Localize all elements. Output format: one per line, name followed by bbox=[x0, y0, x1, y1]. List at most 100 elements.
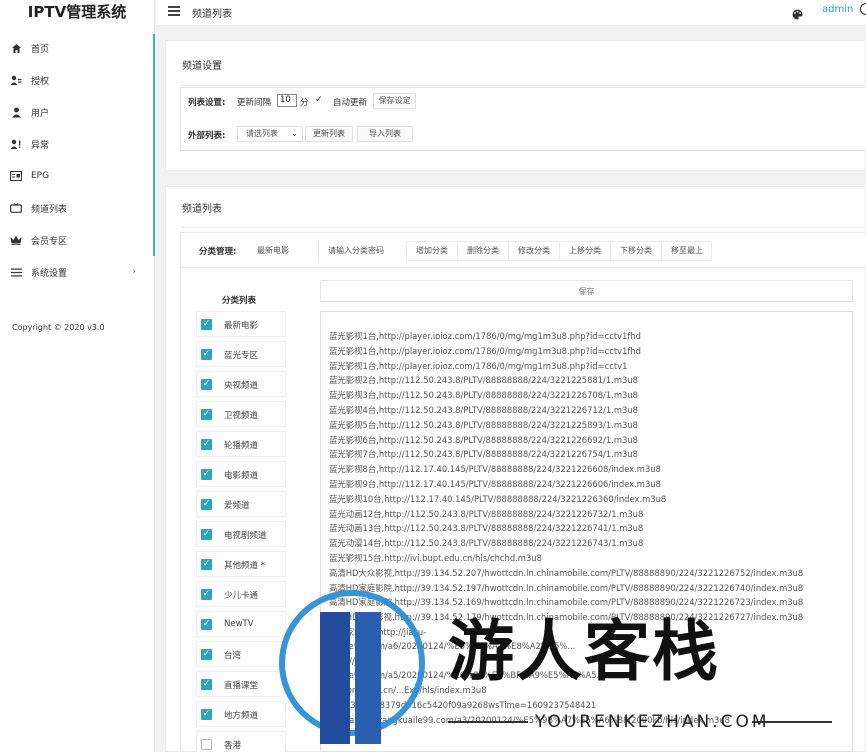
checkbox-checked-icon[interactable]: ✓ bbox=[201, 439, 212, 450]
watermark-text: 游人客栈 bbox=[448, 613, 720, 690]
import-list-button[interactable]: 导入列表 bbox=[357, 126, 413, 142]
watermark-dash bbox=[752, 721, 832, 723]
list-settings-label: 列表设置: bbox=[188, 98, 226, 108]
category-item[interactable]: ✓ 其他频道 * bbox=[196, 551, 286, 577]
sidebar-item-label: 首页 bbox=[31, 44, 50, 55]
watermark-logo-bar bbox=[320, 612, 350, 744]
checkbox-unchecked-icon[interactable] bbox=[201, 739, 212, 750]
sidebar-item-channel-list[interactable]: 频道列表 bbox=[0, 192, 154, 224]
category-item[interactable]: ✓ 直播课堂 bbox=[196, 671, 286, 697]
move-top-category-button[interactable]: 移至最上 bbox=[661, 242, 712, 260]
logout-icon[interactable] bbox=[860, 3, 866, 15]
category-item[interactable]: ✓ 轮播频道 bbox=[196, 431, 286, 457]
channel-line: 蓝光影视8台,http://112.17.40.145/PLTV/8888888… bbox=[329, 464, 661, 475]
category-label: 台湾 bbox=[224, 651, 242, 661]
category-password-input[interactable]: 请输入分类密码 bbox=[328, 245, 384, 256]
channel-line: 高清HD大众影视,http://39.134.52.207/hwottcdn.l… bbox=[329, 567, 804, 578]
sidebar-item-label: EPG bbox=[31, 171, 50, 181]
menu-toggle-icon[interactable] bbox=[168, 6, 180, 16]
sidebar-item-label: 异常 bbox=[31, 140, 50, 151]
channel-line: 蓝光动漫14台,http://112.50.243.8/PLTV/8888888… bbox=[329, 538, 644, 549]
checkbox-checked-icon[interactable]: ✓ bbox=[201, 349, 212, 360]
sidebar-active-indicator bbox=[153, 34, 155, 256]
sidebar-item-epg[interactable]: EPG bbox=[0, 160, 154, 192]
sidebar-item-users[interactable]: 用户 bbox=[0, 96, 154, 128]
interval-input[interactable]: 10 bbox=[277, 94, 297, 107]
add-category-button[interactable]: 增加分类 bbox=[407, 242, 457, 260]
checkbox-checked-icon[interactable]: ✓ bbox=[201, 529, 212, 540]
category-item[interactable]: ✓ 电视剧频道 bbox=[196, 521, 286, 547]
sidebar-item-abnormal[interactable]: 异常 bbox=[0, 128, 154, 160]
category-item[interactable]: ✓ 最新电影 bbox=[196, 311, 286, 337]
chevron-right-icon: › bbox=[132, 267, 136, 277]
category-label: 地方频道 bbox=[224, 711, 259, 721]
watermark-dash bbox=[448, 721, 528, 723]
channel-list-title: 频道列表 bbox=[182, 204, 222, 215]
move-up-category-button[interactable]: 上移分类 bbox=[559, 242, 610, 260]
home-icon bbox=[10, 42, 22, 54]
channel-line: 高清HD家庭影院,http://39.134.52.197/hwottcdn.l… bbox=[329, 582, 804, 593]
divider bbox=[181, 85, 866, 86]
current-category-select[interactable]: 最新电影 bbox=[257, 245, 289, 256]
sidebar-item-label: 用户 bbox=[31, 108, 50, 119]
category-label: 电视剧频道 bbox=[224, 531, 267, 541]
save-settings-button[interactable]: 保存设定 bbox=[373, 93, 416, 109]
delete-category-button[interactable]: 删除分类 bbox=[457, 242, 508, 260]
category-item[interactable]: ✓ NewTV bbox=[196, 611, 286, 637]
category-item[interactable]: ✓ 地方频道 bbox=[196, 701, 286, 727]
category-item[interactable]: ✓ 少儿卡通 bbox=[196, 581, 286, 607]
category-label: 其他频道 * bbox=[224, 561, 265, 571]
page-title: 频道列表 bbox=[192, 9, 232, 20]
checkbox-checked-icon[interactable]: ✓ bbox=[201, 589, 212, 600]
sidebar-menu: 首页 授权 用户 异常 EPG 频道列表 会员专区 系统设置 › bbox=[0, 32, 154, 288]
checkbox-checked-icon[interactable]: ✓ bbox=[201, 319, 212, 330]
brand-logo: IPTV管理系统 bbox=[27, 3, 127, 21]
edit-category-button[interactable]: 修改分类 bbox=[508, 242, 559, 260]
sidebar-item-auth[interactable]: 授权 bbox=[0, 64, 154, 96]
channel-line: 蓝光影视1台,http://player.ioioz.com/1786/0/mg… bbox=[329, 331, 641, 341]
watermark-logo-bar bbox=[355, 612, 381, 744]
user-menu[interactable]: admin bbox=[822, 4, 853, 15]
category-item[interactable]: ✓ 电影频道 bbox=[196, 461, 286, 487]
user-alert-icon bbox=[10, 138, 22, 150]
palette-icon[interactable] bbox=[792, 5, 803, 24]
category-label: 蓝光专区 bbox=[224, 351, 259, 361]
crown-icon bbox=[10, 234, 22, 246]
checkbox-checked-icon[interactable]: ✓ bbox=[201, 619, 212, 630]
update-list-button[interactable]: 更新列表 bbox=[305, 126, 353, 142]
divider bbox=[181, 227, 866, 228]
checkbox-checked-icon[interactable]: ✓ bbox=[201, 469, 212, 480]
sidebar-item-vip[interactable]: 会员专区 bbox=[0, 224, 154, 256]
category-label: 央视频道 bbox=[224, 381, 259, 391]
sidebar-item-system-settings[interactable]: 系统设置 › bbox=[0, 256, 154, 288]
sidebar-item-home[interactable]: 首页 bbox=[0, 32, 154, 64]
category-list-header: 分类列表 bbox=[222, 296, 257, 306]
category-item[interactable]: ✓ 蓝光专区 bbox=[196, 341, 286, 367]
app-root: IPTV管理系统 首页 授权 用户 异常 EPG 频道列表 会员专区 系统设置 … bbox=[0, 0, 866, 752]
move-down-category-button[interactable]: 下移分类 bbox=[610, 242, 661, 260]
checkbox-checked-icon[interactable]: ✓ bbox=[201, 559, 212, 570]
user-key-icon bbox=[10, 74, 22, 86]
category-item[interactable]: 香港 bbox=[196, 731, 286, 752]
category-item[interactable]: ✓ 卫视频道 bbox=[196, 401, 286, 427]
copyright: Copyright © 2020 v3.0 bbox=[12, 323, 105, 332]
save-button[interactable]: 保存 bbox=[320, 280, 853, 302]
sidebar-item-label: 会员专区 bbox=[31, 236, 68, 247]
category-item[interactable]: ✓ 央视频道 bbox=[196, 371, 286, 397]
category-item[interactable]: ✓ 台湾 bbox=[196, 641, 286, 667]
sidebar-item-label: 系统设置 bbox=[31, 268, 68, 279]
checkbox-checked-icon[interactable]: ✓ bbox=[201, 679, 212, 690]
user-icon bbox=[10, 106, 22, 118]
auto-update-checkbox[interactable]: ✓ bbox=[315, 96, 324, 105]
checkbox-checked-icon[interactable]: ✓ bbox=[201, 709, 212, 720]
category-item[interactable]: ✓ 爱频道 bbox=[196, 491, 286, 517]
top-header: 频道列表 admin bbox=[156, 0, 866, 26]
sidebar-item-label: 频道列表 bbox=[31, 204, 68, 215]
checkbox-checked-icon[interactable]: ✓ bbox=[201, 379, 212, 390]
channel-line: 蓝光影视10台,http://112.17.40.145/PLTV/888888… bbox=[329, 493, 667, 504]
external-list-select[interactable]: 请选列表 ⌄ bbox=[237, 126, 303, 142]
channel-line: 蓝光动画13台,http://112.50.243.8/PLTV/8888888… bbox=[329, 523, 644, 534]
checkbox-checked-icon[interactable]: ✓ bbox=[201, 499, 212, 510]
checkbox-checked-icon[interactable]: ✓ bbox=[201, 409, 212, 420]
checkbox-checked-icon[interactable]: ✓ bbox=[201, 649, 212, 660]
